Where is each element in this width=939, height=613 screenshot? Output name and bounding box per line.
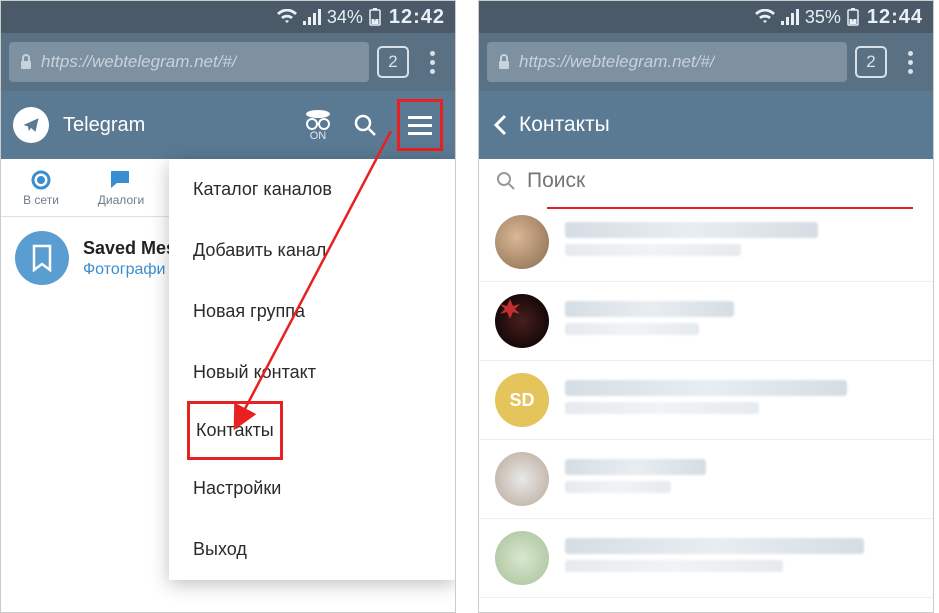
telegram-logo-icon[interactable] bbox=[13, 107, 49, 143]
contacts-header: Контакты bbox=[479, 91, 933, 159]
contact-avatar bbox=[495, 531, 549, 585]
browser-menu-icon[interactable] bbox=[895, 51, 925, 74]
search-icon bbox=[495, 170, 517, 192]
hamburger-menu-button[interactable] bbox=[397, 99, 443, 151]
signal-icon bbox=[303, 9, 321, 25]
tab-count[interactable]: 2 bbox=[855, 46, 887, 78]
lock-icon bbox=[497, 54, 511, 70]
browser-menu-icon[interactable] bbox=[417, 51, 447, 74]
dropdown-menu: Каталог каналов Добавить канал Новая гру… bbox=[169, 159, 455, 580]
bookmark-icon bbox=[31, 244, 53, 272]
battery-percent: 34% bbox=[327, 7, 363, 28]
menu-item-new-contact[interactable]: Новый контакт bbox=[169, 342, 455, 403]
search-input[interactable] bbox=[527, 169, 917, 193]
clock-time: 12:44 bbox=[867, 6, 923, 29]
search-button[interactable] bbox=[347, 112, 383, 138]
dialogs-icon bbox=[109, 169, 133, 191]
clock-time: 12:42 bbox=[389, 6, 445, 29]
menu-item-add-channel[interactable]: Добавить канал bbox=[169, 220, 455, 281]
url-text: https://webtelegram.net/#/ bbox=[41, 52, 237, 72]
contact-row[interactable] bbox=[479, 203, 933, 282]
contact-info bbox=[565, 538, 917, 578]
app-header: Telegram ON bbox=[1, 91, 455, 159]
tab-online[interactable]: В сети bbox=[1, 159, 81, 216]
search-row bbox=[479, 159, 933, 203]
back-icon[interactable] bbox=[493, 113, 509, 137]
tab-count[interactable]: 2 bbox=[377, 46, 409, 78]
contact-row[interactable] bbox=[479, 440, 933, 519]
incognito-icon bbox=[303, 108, 333, 130]
status-icons: 35% bbox=[755, 7, 859, 28]
url-bar[interactable]: https://webtelegram.net/#/ bbox=[487, 42, 847, 82]
contact-row[interactable] bbox=[479, 282, 933, 361]
statusbar: 35% 12:44 bbox=[479, 1, 933, 33]
menu-item-settings[interactable]: Настройки bbox=[169, 458, 455, 519]
contact-avatar bbox=[495, 294, 549, 348]
contact-row[interactable] bbox=[479, 519, 933, 598]
contact-info bbox=[565, 459, 917, 499]
statusbar: 34% 12:42 bbox=[1, 1, 455, 33]
browser-toolbar: https://webtelegram.net/#/ 2 bbox=[479, 33, 933, 91]
status-icons: 34% bbox=[277, 7, 381, 28]
contact-avatar: SD bbox=[495, 373, 549, 427]
incognito-toggle[interactable]: ON bbox=[303, 108, 333, 142]
browser-toolbar: https://webtelegram.net/#/ 2 bbox=[1, 33, 455, 91]
battery-percent: 35% bbox=[805, 7, 841, 28]
contacts-title: Контакты bbox=[519, 113, 610, 137]
menu-item-contacts[interactable]: Контакты bbox=[187, 401, 283, 460]
contact-info bbox=[565, 380, 917, 420]
tab-dialogs[interactable]: Диалоги bbox=[81, 159, 161, 216]
avatar-saved bbox=[15, 231, 69, 285]
lock-icon bbox=[19, 54, 33, 70]
wifi-icon bbox=[755, 9, 775, 25]
online-icon bbox=[30, 169, 52, 191]
url-bar[interactable]: https://webtelegram.net/#/ bbox=[9, 42, 369, 82]
tab-online-label: В сети bbox=[23, 193, 59, 207]
menu-item-catalog[interactable]: Каталог каналов bbox=[169, 159, 455, 220]
app-title: Telegram bbox=[63, 114, 289, 137]
battery-icon bbox=[847, 8, 859, 26]
menu-item-logout[interactable]: Выход bbox=[169, 519, 455, 580]
contact-row[interactable]: SD bbox=[479, 361, 933, 440]
annotation-underline bbox=[547, 207, 913, 209]
incognito-label: ON bbox=[310, 130, 327, 142]
contact-avatar bbox=[495, 452, 549, 506]
battery-icon bbox=[369, 8, 381, 26]
phone-left: 34% 12:42 https://webtelegram.net/#/ 2 T… bbox=[0, 0, 456, 613]
menu-item-new-group[interactable]: Новая группа bbox=[169, 281, 455, 342]
contact-info bbox=[565, 222, 917, 262]
tab-dialogs-label: Диалоги bbox=[98, 193, 144, 207]
url-text: https://webtelegram.net/#/ bbox=[519, 52, 715, 72]
phone-right: 35% 12:44 https://webtelegram.net/#/ 2 К… bbox=[478, 0, 934, 613]
signal-icon bbox=[781, 9, 799, 25]
contact-info bbox=[565, 301, 917, 341]
wifi-icon bbox=[277, 9, 297, 25]
contact-avatar bbox=[495, 215, 549, 269]
search-icon bbox=[352, 112, 378, 138]
